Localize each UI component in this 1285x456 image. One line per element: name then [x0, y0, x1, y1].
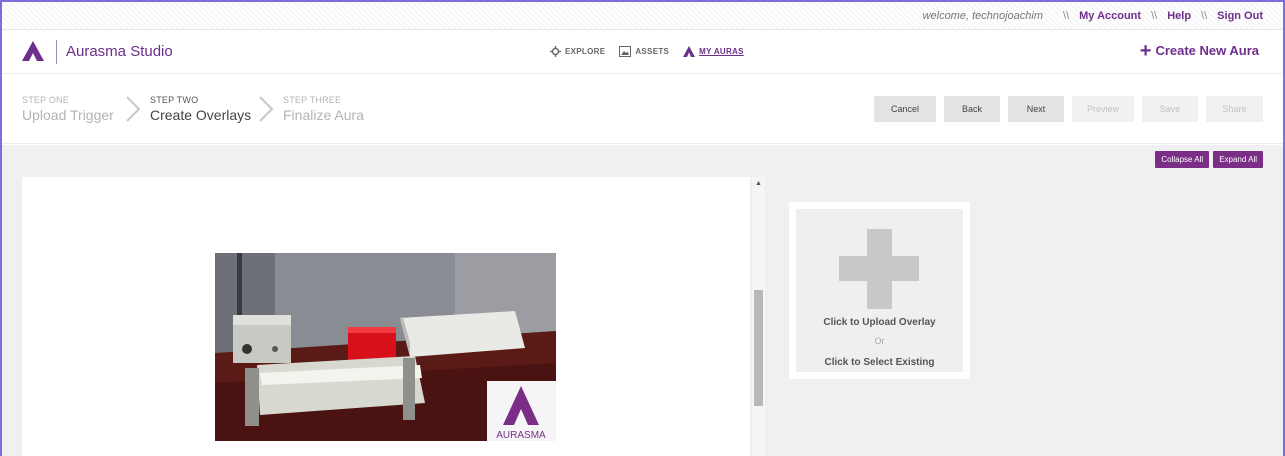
- back-button[interactable]: Back: [944, 96, 1000, 122]
- nav-assets-label: ASSETS: [635, 47, 670, 56]
- select-existing-link[interactable]: Click to Select Existing: [796, 357, 963, 368]
- step-title: Upload Trigger: [22, 107, 114, 123]
- step-two[interactable]: STEP TWO Create Overlays: [150, 95, 251, 123]
- collapse-all-button[interactable]: Collapse All: [1155, 151, 1210, 168]
- nav-explore-label: EXPLORE: [565, 47, 606, 56]
- step-three[interactable]: STEP THREE Finalize Aura: [283, 95, 364, 123]
- plus-icon: [839, 229, 919, 309]
- brand-name[interactable]: Aurasma Studio: [66, 43, 173, 60]
- aurasma-logo-icon[interactable]: [22, 41, 44, 61]
- action-buttons: Cancel Back Next Preview Save Share: [874, 96, 1263, 122]
- separator: \\: [1063, 9, 1070, 22]
- save-button[interactable]: Save: [1142, 96, 1198, 122]
- nav-my-auras[interactable]: MY AURAS: [683, 46, 744, 57]
- separator: \\: [1201, 9, 1208, 22]
- my-account-link[interactable]: My Account: [1079, 10, 1141, 22]
- chevron-right-icon: [259, 96, 274, 122]
- divider: [56, 40, 57, 64]
- app-window: welcome, technojoachim \\ My Account \\ …: [0, 0, 1285, 456]
- next-button[interactable]: Next: [1008, 96, 1064, 122]
- scroll-thumb[interactable]: [754, 290, 763, 406]
- expand-all-button[interactable]: Expand All: [1213, 151, 1263, 168]
- scrollbar[interactable]: ▲: [752, 177, 765, 456]
- crosshair-icon: [550, 46, 561, 57]
- main-nav: EXPLORE ASSETS MY AURAS: [550, 46, 744, 57]
- cancel-button[interactable]: Cancel: [874, 96, 936, 122]
- create-new-aura-button[interactable]: + Create New Aura: [1139, 39, 1259, 62]
- header: Aurasma Studio EXPLORE ASSETS MY AURAS +…: [2, 30, 1283, 74]
- preview-button[interactable]: Preview: [1072, 96, 1134, 122]
- workspace: Collapse All Expand All AURASMA ▲ Click …: [2, 145, 1283, 456]
- nav-assets[interactable]: ASSETS: [619, 46, 669, 57]
- step-number: STEP ONE: [22, 95, 69, 105]
- trigger-image[interactable]: AURASMA: [215, 253, 556, 441]
- step-number: STEP TWO: [150, 95, 199, 105]
- help-link[interactable]: Help: [1167, 10, 1191, 22]
- watermark-text: AURASMA: [496, 430, 546, 441]
- aurasma-logo-icon: [683, 46, 696, 57]
- overlay-upload-card[interactable]: Click to Upload Overlay Or Click to Sele…: [789, 202, 970, 379]
- sign-out-link[interactable]: Sign Out: [1217, 10, 1263, 22]
- plus-icon: +: [1139, 39, 1152, 62]
- welcome-text: welcome, technojoachim: [922, 9, 1044, 22]
- nav-my-auras-label: MY AURAS: [699, 47, 744, 56]
- nav-explore[interactable]: EXPLORE: [550, 46, 605, 57]
- create-new-aura-label: Create New Aura: [1155, 43, 1259, 58]
- step-title: Create Overlays: [150, 107, 252, 123]
- trigger-canvas[interactable]: AURASMA: [22, 177, 750, 456]
- step-title: Finalize Aura: [283, 107, 364, 123]
- share-button[interactable]: Share: [1206, 96, 1263, 122]
- panel-toggle-buttons: Collapse All Expand All: [1155, 151, 1263, 168]
- separator: \\: [1151, 9, 1158, 22]
- steps-bar: STEP ONE Upload Trigger STEP TWO Create …: [2, 74, 1283, 144]
- overlay-dropzone[interactable]: Click to Upload Overlay Or Click to Sele…: [796, 209, 963, 372]
- image-icon: [619, 46, 632, 57]
- step-one[interactable]: STEP ONE Upload Trigger: [22, 95, 114, 123]
- chevron-right-icon: [126, 96, 141, 122]
- step-number: STEP THREE: [283, 95, 342, 105]
- or-label: Or: [874, 336, 885, 346]
- utility-bar: welcome, technojoachim \\ My Account \\ …: [2, 2, 1283, 30]
- upload-overlay-link[interactable]: Click to Upload Overlay: [796, 317, 963, 328]
- scroll-up-icon[interactable]: ▲: [755, 180, 762, 187]
- trigger-photo-svg: AURASMA: [215, 253, 556, 441]
